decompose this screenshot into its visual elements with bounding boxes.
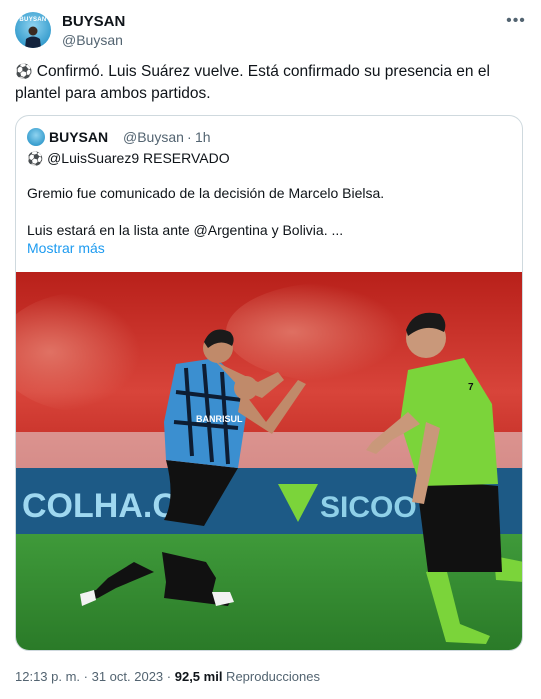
author-handle[interactable]: @Buysan	[62, 32, 123, 48]
tweet-time[interactable]: 12:13 p. m.	[15, 669, 80, 684]
referee-number: 7	[468, 382, 474, 393]
quoted-author-name: BUYSAN	[49, 129, 109, 145]
quoted-line-1: ⚽ @LuisSuarez9 RESERVADO	[27, 150, 230, 167]
tweet-body: ⚽ Confirmó. Luis Suárez vuelve. Está con…	[15, 60, 520, 105]
avatar-person-image	[25, 26, 41, 48]
quoted-author-avatar	[27, 128, 45, 146]
ad-board-text-right: SICOO	[320, 491, 417, 524]
author-avatar[interactable]: BUYSAN	[15, 12, 51, 48]
soccer-ball-emoji: ⚽	[15, 63, 33, 79]
views-label: Reproducciones	[222, 669, 320, 684]
quoted-line-1-text: @LuisSuarez9 RESERVADO	[43, 150, 230, 166]
more-horizontal-icon[interactable]: •••	[506, 12, 526, 32]
tweet-date[interactable]: 31 oct. 2023	[92, 669, 164, 684]
footer-separator: ·	[163, 669, 175, 684]
media-photo[interactable]: COLHA.CO SICOO BANRISUL 7	[16, 272, 523, 651]
quoted-line-3: Luis estará en la lista ante @Argentina …	[27, 222, 344, 238]
author-display-name[interactable]: BUYSAN	[62, 13, 125, 30]
views-count: 92,5 mil	[174, 669, 223, 684]
jersey-sponsor: BANRISUL	[196, 414, 243, 424]
quoted-tweet-card[interactable]: BUYSAN @Buysan · 1h ⚽ @LuisSuarez9 RESER…	[15, 115, 523, 651]
quoted-line-2: Gremio fue comunicado de la decisión de …	[27, 185, 385, 201]
quoted-author-handle: @Buysan	[123, 129, 184, 145]
tweet-text: Confirmó. Luis Suárez vuelve. Está confi…	[15, 63, 490, 102]
tweet-metadata: 12:13 p. m. · 31 oct. 2023 · 92,5 mil Re…	[15, 669, 320, 684]
quoted-separator: ·	[187, 129, 192, 145]
soccer-ball-emoji: ⚽	[27, 151, 44, 166]
quoted-timestamp: 1h	[195, 129, 211, 145]
footer-separator: ·	[80, 669, 92, 684]
show-more-link[interactable]: Mostrar más	[27, 240, 105, 256]
avatar-logo-text: BUYSAN	[19, 17, 47, 23]
